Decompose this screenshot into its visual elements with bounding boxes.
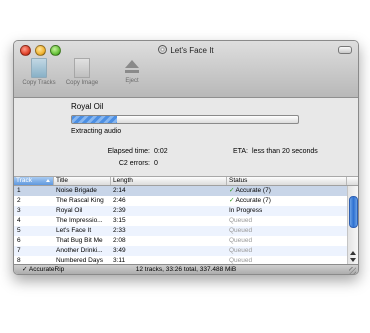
track-length: 2:39 <box>113 207 126 214</box>
column-header-status[interactable]: Status <box>227 177 347 185</box>
track-status: Queued <box>229 247 253 254</box>
checkmark-icon: ✓ <box>229 187 235 194</box>
track-title: Let's Face It <box>56 227 92 234</box>
table-row[interactable]: 4 The Impressio... 3:15 Queued <box>14 216 347 226</box>
table-row[interactable]: 2 The Rascal King 2:46 ✓Accurate (7) <box>14 196 347 206</box>
extraction-status: Extracting audio <box>71 128 122 135</box>
table-row[interactable]: 5 Let's Face It 2:33 Queued <box>14 226 347 236</box>
table-row[interactable]: 1 Noise Brigade 2:14 ✓Accurate (7) <box>14 186 347 196</box>
window-title: Let's Face It <box>14 45 358 55</box>
c2-errors-label: C2 errors: <box>118 160 150 167</box>
track-length: 2:46 <box>113 197 126 204</box>
scroll-down-icon[interactable] <box>350 258 356 262</box>
track-number: 6 <box>17 237 21 244</box>
column-header-track-label: Track <box>16 177 33 184</box>
track-title: Another Drinki... <box>56 247 103 254</box>
main-window: Let's Face It Copy Tracks Copy Image Eje… <box>13 40 359 275</box>
track-status: ✓Accurate (7) <box>229 196 271 206</box>
table-row[interactable]: 3 Royal Oil 2:39 In Progress <box>14 206 347 216</box>
track-status: Queued <box>229 237 253 244</box>
vertical-scrollbar[interactable] <box>347 186 358 265</box>
table-row[interactable]: 6 That Bug Bit Me 2:08 Queued <box>14 236 347 246</box>
table-header: Track Title Length Status <box>14 177 358 186</box>
copy-image-label: Copy Image <box>65 80 99 86</box>
checkmark-icon: ✓ <box>229 197 235 204</box>
track-length: 2:08 <box>113 237 126 244</box>
track-title: Noise Brigade <box>56 187 97 194</box>
status-bar: 12 tracks, 33:26 total, 337.488 MiB ✓ Ac… <box>14 264 358 274</box>
track-status: Queued <box>229 227 253 234</box>
track-number: 4 <box>17 217 21 224</box>
track-status-text: Accurate (7) <box>235 187 271 194</box>
music-document-icon <box>31 58 47 78</box>
resize-grip-icon[interactable] <box>349 267 356 274</box>
progress-fill <box>72 116 118 123</box>
column-header-length-label: Length <box>113 177 133 184</box>
column-header-title-label: Title <box>56 177 69 184</box>
track-title: That Bug Bit Me <box>56 237 103 244</box>
column-header-status-label: Status <box>229 177 248 184</box>
disc-summary: 12 tracks, 33:26 total, 337.488 MiB <box>135 266 237 273</box>
column-header-title[interactable]: Title <box>54 177 111 185</box>
copy-tracks-button[interactable]: Copy Tracks <box>16 58 62 86</box>
copy-tracks-label: Copy Tracks <box>22 80 56 86</box>
column-header-length[interactable]: Length <box>111 177 227 185</box>
window-title-text: Let's Face It <box>170 46 214 55</box>
copy-image-button[interactable]: Copy Image <box>59 58 105 86</box>
current-track-title: Royal Oil <box>71 102 104 111</box>
track-status: In Progress <box>229 207 263 214</box>
track-number: 2 <box>17 197 21 204</box>
title-bar: Let's Face It Copy Tracks Copy Image Eje… <box>14 41 358 98</box>
track-status: Queued <box>229 217 253 224</box>
track-title: The Rascal King <box>56 197 104 204</box>
elapsed-time-value: 0:02 <box>154 148 168 155</box>
elapsed-time-label: Elapsed time: <box>107 148 150 155</box>
scrollbar-thumb[interactable] <box>349 196 358 228</box>
extraction-progress-bar <box>71 115 299 124</box>
track-length: 3:15 <box>113 217 126 224</box>
c2-errors-value: 0 <box>154 160 158 167</box>
track-table: Track Title Length Status 1 Noise Brigad… <box>14 176 358 265</box>
eject-button[interactable]: Eject <box>109 58 155 84</box>
track-length: 2:14 <box>113 187 126 194</box>
eject-icon <box>125 58 139 76</box>
track-title: The Impressio... <box>56 217 103 224</box>
track-number: 5 <box>17 227 21 234</box>
rip-panel: Royal Oil Extracting audio Elapsed time:… <box>14 98 358 274</box>
track-status: ✓Accurate (7) <box>229 186 271 196</box>
disc-image-icon <box>74 58 90 78</box>
column-header-track[interactable]: Track <box>14 177 54 185</box>
accuraterip-indicator[interactable]: ✓ AccurateRip <box>22 265 64 274</box>
track-number: 7 <box>17 247 21 254</box>
disc-icon <box>158 45 168 54</box>
eject-label: Eject <box>125 78 139 84</box>
track-length: 2:33 <box>113 227 126 234</box>
table-row[interactable]: 7 Another Drinki... 3:49 Queued <box>14 246 347 256</box>
track-number: 3 <box>17 207 21 214</box>
track-length: 3:49 <box>113 247 126 254</box>
track-status-text: Accurate (7) <box>235 197 271 204</box>
scroll-up-icon[interactable] <box>350 251 356 255</box>
eta-value: less than 20 seconds <box>252 148 318 155</box>
eta-label: ETA: <box>232 148 248 155</box>
column-header-corner <box>347 177 358 185</box>
toolbar-toggle-button[interactable] <box>338 46 352 54</box>
track-number: 1 <box>17 187 21 194</box>
track-title: Royal Oil <box>56 207 83 214</box>
sort-ascending-icon <box>46 179 50 182</box>
